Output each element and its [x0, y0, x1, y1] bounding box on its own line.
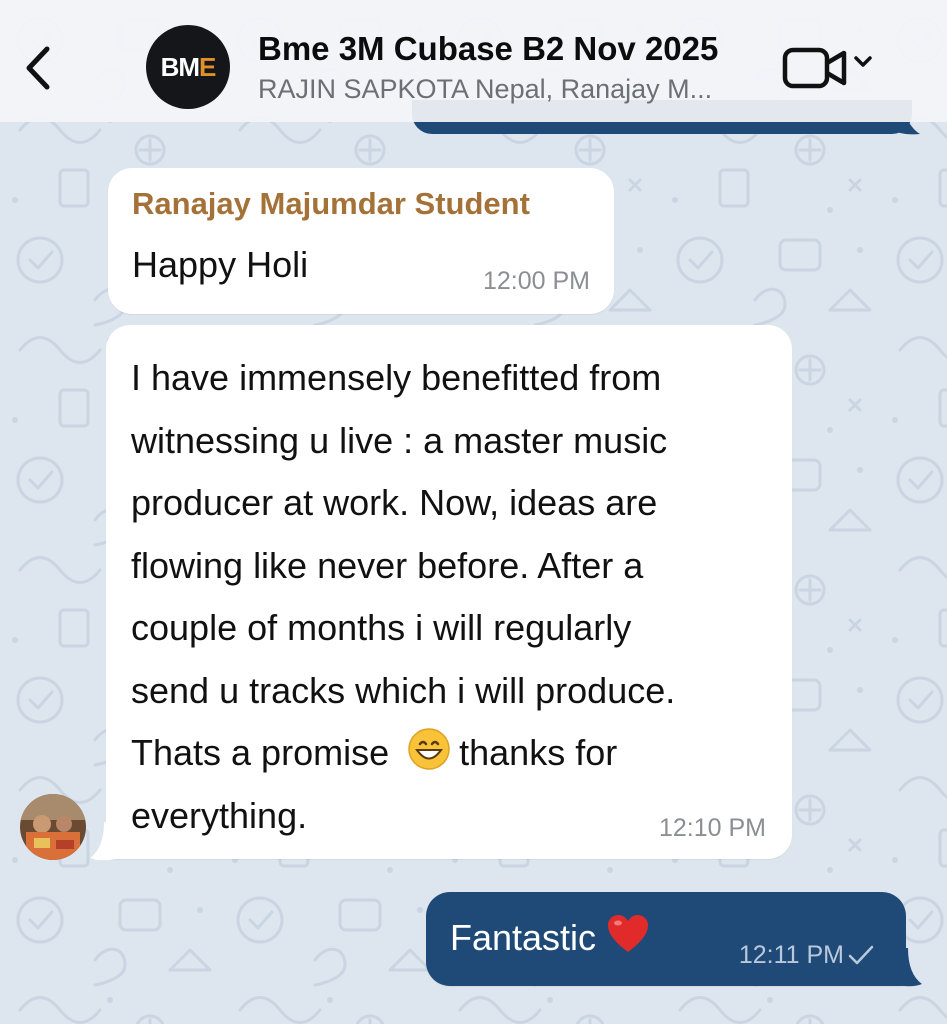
- video-call-icon: [782, 47, 847, 89]
- sender-name[interactable]: Ranajay Majumdar Student: [132, 186, 530, 222]
- chat-members-subtitle[interactable]: RAJIN SAPKOTA Nepal, Ranajay M...: [258, 74, 758, 105]
- sent-check-icon: [848, 945, 874, 965]
- grinning-face-emoji: [408, 728, 450, 770]
- group-avatar[interactable]: BME: [146, 25, 230, 109]
- sender-avatar[interactable]: [20, 794, 86, 860]
- chat-title[interactable]: Bme 3M Cubase B2 Nov 2025: [258, 30, 778, 68]
- message-line: couple of months i will regularly: [131, 607, 632, 648]
- group-avatar-logo: BME: [160, 51, 217, 82]
- chevron-left-icon: [26, 46, 50, 90]
- message-timestamp: 12:10 PM: [658, 814, 766, 842]
- chevron-down-icon: [854, 56, 872, 67]
- message-line: witnessing u live : a master music: [131, 419, 668, 461]
- message-line: I have immensely benefitted from: [131, 357, 662, 398]
- incoming-message-bubble[interactable]: Ranajay Majumdar Student Happy Holi 12:0…: [108, 168, 614, 314]
- bubble-tail-incoming: [90, 822, 116, 861]
- sender-avatar-photo: [20, 794, 86, 860]
- message-text: Happy Holi: [132, 244, 309, 285]
- video-call-button[interactable]: [782, 44, 882, 92]
- chat-header: BME Bme 3M Cubase B2 Nov 2025 RAJIN SAPK…: [0, 0, 947, 122]
- message-timestamp: 12:00 PM: [482, 267, 590, 295]
- message-line: producer at work. Now, ideas are: [131, 482, 658, 523]
- incoming-message-bubble[interactable]: I have immensely benefitted from witness…: [106, 325, 792, 859]
- red-heart-emoji: [608, 915, 649, 952]
- message-line: Thats a promise thanks for: [131, 722, 781, 785]
- message-timestamp: 12:11 PM: [738, 941, 844, 969]
- message-text: I have immensely benefitted from witness…: [131, 347, 781, 847]
- message-text: Fantastic: [450, 914, 650, 959]
- message-line: flowing like never before. After a: [131, 544, 644, 586]
- outgoing-message-bubble[interactable]: Fantastic 12:11 PM: [426, 892, 906, 986]
- bubble-tail-outgoing: [896, 948, 922, 987]
- message-line: send u tracks which i will produce.: [131, 669, 676, 711]
- back-button[interactable]: [16, 40, 58, 96]
